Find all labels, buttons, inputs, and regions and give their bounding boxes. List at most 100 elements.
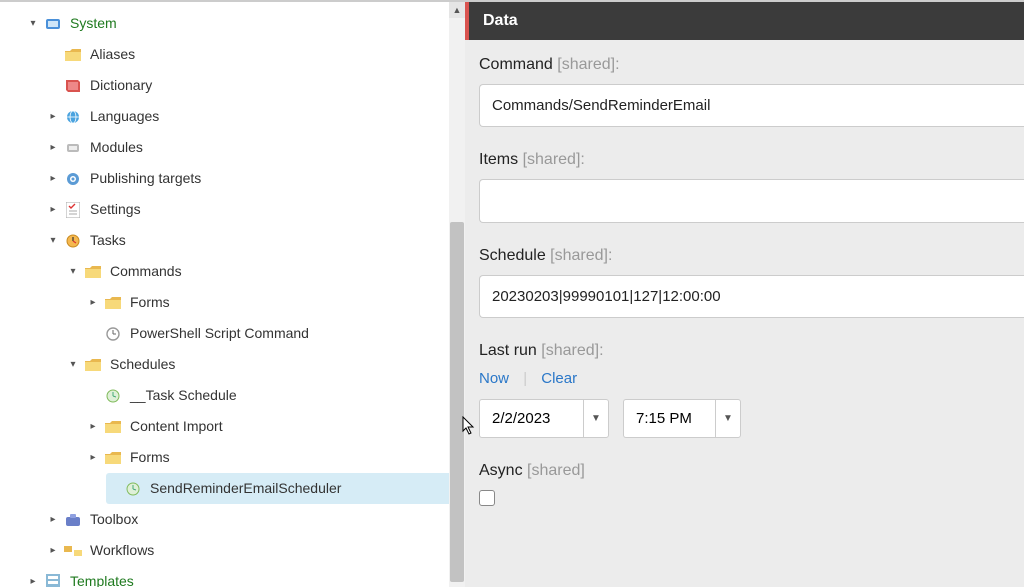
tree-item-tasks[interactable]: ▾ Tasks <box>10 225 465 256</box>
target-icon <box>64 170 82 188</box>
chevron-right-icon[interactable]: ▸ <box>86 451 100 465</box>
folder-icon <box>64 46 82 64</box>
async-checkbox[interactable] <box>479 490 495 506</box>
field-label: Items [shared]: <box>479 151 1024 169</box>
tree-item-publishing-targets[interactable]: ▸ Publishing targets <box>10 163 465 194</box>
folder-icon <box>104 418 122 436</box>
tree-item-label: Languages <box>90 101 159 132</box>
chevron-right-icon[interactable]: ▸ <box>26 575 40 587</box>
field-label: Schedule [shared]: <box>479 247 1024 265</box>
tree-item-send-reminder-email-scheduler[interactable]: SendReminderEmailScheduler <box>106 473 465 504</box>
tree-item-label: SendReminderEmailScheduler <box>150 473 341 504</box>
tree-item-label: Schedules <box>110 349 175 380</box>
tree-item-toolbox[interactable]: ▸ Toolbox <box>10 504 465 535</box>
time-input[interactable] <box>623 399 715 438</box>
label-text: Last run <box>479 342 537 359</box>
date-dropdown-button[interactable]: ▼ <box>583 399 609 438</box>
command-input[interactable] <box>479 84 1024 127</box>
field-async: Async [shared] <box>479 462 1024 506</box>
tree-item-aliases[interactable]: Aliases <box>10 39 465 70</box>
tree-item-commands[interactable]: ▾ Commands <box>10 256 465 287</box>
now-link[interactable]: Now <box>479 370 509 387</box>
chevron-down-icon: ▼ <box>591 413 601 424</box>
chevron-down-icon[interactable]: ▾ <box>66 358 80 372</box>
tree-item-label: Forms <box>130 287 170 318</box>
chevron-right-icon[interactable]: ▸ <box>86 420 100 434</box>
chevron-down-icon: ▼ <box>723 413 733 424</box>
section-header-data[interactable]: Data <box>465 2 1024 40</box>
vertical-scrollbar[interactable]: ▲ <box>449 2 465 587</box>
tree-item-settings[interactable]: ▸ Settings <box>10 194 465 225</box>
tree-item-dictionary[interactable]: Dictionary <box>10 70 465 101</box>
expander-empty <box>46 79 60 93</box>
chevron-right-icon[interactable]: ▸ <box>46 544 60 558</box>
module-icon <box>64 139 82 157</box>
tree-item-label: Tasks <box>90 225 126 256</box>
checklist-icon <box>64 201 82 219</box>
separator: | <box>523 370 527 387</box>
date-input[interactable] <box>479 399 583 438</box>
folder-icon <box>104 449 122 467</box>
shared-tag: [shared] <box>557 56 615 73</box>
date-group: ▼ <box>479 399 609 438</box>
tree-item-label: Toolbox <box>90 504 138 535</box>
chevron-right-icon[interactable]: ▸ <box>46 141 60 155</box>
globe-icon <box>64 108 82 126</box>
shared-tag: [shared] <box>523 151 581 168</box>
tree-item-label: Templates <box>70 566 134 587</box>
chevron-down-icon[interactable]: ▾ <box>46 234 60 248</box>
tree-item-workflows[interactable]: ▸ Workflows <box>10 535 465 566</box>
field-command: Command [shared]: <box>479 56 1024 127</box>
expander-empty <box>86 389 100 403</box>
data-section-pane: Data Command [shared]: Items [shared]: <box>465 0 1024 587</box>
expander-empty <box>86 327 100 341</box>
tree-item-label: System <box>70 8 117 39</box>
shared-tag: [shared] <box>550 247 608 264</box>
tree-item-label: Commands <box>110 256 182 287</box>
chevron-right-icon[interactable]: ▸ <box>46 110 60 124</box>
tree-item-powershell[interactable]: PowerShell Script Command <box>10 318 465 349</box>
field-last-run: Last run [shared]: Now | Clear ▼ <box>479 342 1024 438</box>
tree-item-schedules[interactable]: ▾ Schedules <box>10 349 465 380</box>
schedule-icon <box>104 387 122 405</box>
fields-container: Command [shared]: Items [shared]: Schedu… <box>465 40 1024 506</box>
tree-item-label: Modules <box>90 132 143 163</box>
expander-empty <box>46 48 60 62</box>
clear-link[interactable]: Clear <box>541 370 577 387</box>
field-label: Async [shared] <box>479 462 1024 480</box>
shared-tag: [shared] <box>541 342 599 359</box>
tree-item-forms-2[interactable]: ▸ Forms <box>10 442 465 473</box>
time-group: ▼ <box>623 399 741 438</box>
chevron-right-icon[interactable]: ▸ <box>46 203 60 217</box>
tree-item-label: Publishing targets <box>90 163 201 194</box>
workflows-icon <box>64 542 82 560</box>
chevron-right-icon[interactable]: ▸ <box>46 172 60 186</box>
field-items: Items [shared]: <box>479 151 1024 223</box>
tree-item-forms[interactable]: ▸ Forms <box>10 287 465 318</box>
chevron-right-icon[interactable]: ▸ <box>46 513 60 527</box>
tree-item-system[interactable]: ▾ System <box>10 8 465 39</box>
time-dropdown-button[interactable]: ▼ <box>715 399 741 438</box>
label-text: Items <box>479 151 518 168</box>
tree-item-label: __Task Schedule <box>130 380 237 411</box>
tree-item-templates[interactable]: ▸ Templates <box>10 566 465 587</box>
tree-item-content-import[interactable]: ▸ Content Import <box>10 411 465 442</box>
clock-simple-icon <box>104 325 122 343</box>
clock-icon <box>64 232 82 250</box>
items-input[interactable] <box>479 179 1024 223</box>
content-tree-pane: ▾ System Aliases Dictionary <box>0 0 465 587</box>
tree-item-label: Workflows <box>90 535 154 566</box>
tree-item-languages[interactable]: ▸ Languages <box>10 101 465 132</box>
tree-item-task-schedule[interactable]: __Task Schedule <box>10 380 465 411</box>
chevron-down-icon[interactable]: ▾ <box>66 265 80 279</box>
chevron-down-icon[interactable]: ▾ <box>26 17 40 31</box>
tree-item-modules[interactable]: ▸ Modules <box>10 132 465 163</box>
lastrun-actions: Now | Clear <box>479 370 1024 387</box>
templates-icon <box>44 573 62 587</box>
chevron-right-icon[interactable]: ▸ <box>86 296 100 310</box>
schedule-input[interactable] <box>479 275 1024 318</box>
scroll-up-arrow-icon[interactable]: ▲ <box>449 2 465 18</box>
scrollbar-thumb[interactable] <box>450 222 464 582</box>
tree-item-label: Dictionary <box>90 70 152 101</box>
field-label: Last run [shared]: <box>479 342 1024 360</box>
